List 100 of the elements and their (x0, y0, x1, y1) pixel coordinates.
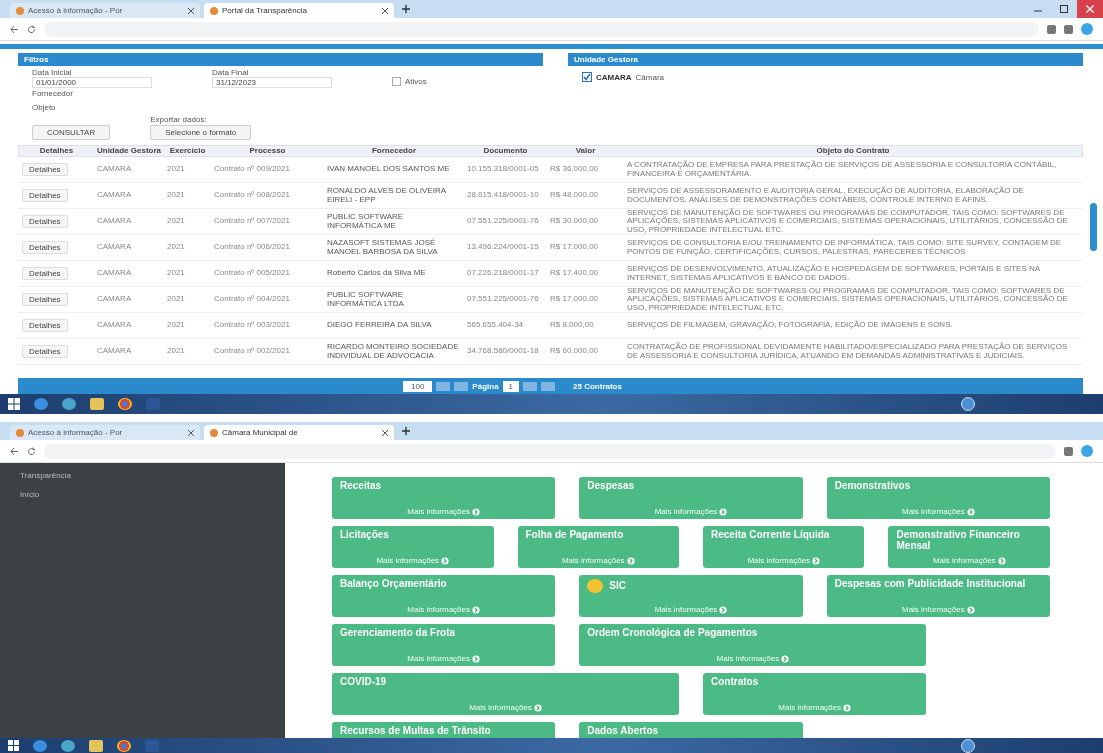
folder-icon[interactable] (89, 739, 103, 752)
browser-tab[interactable]: Acesso à informação - Por (10, 425, 200, 440)
close-icon[interactable] (382, 7, 388, 14)
date-field[interactable]: 01/01/2000 (32, 77, 152, 88)
sidebar-item[interactable]: Início (20, 490, 265, 499)
reload-icon[interactable] (27, 446, 36, 456)
plus-icon[interactable] (402, 5, 410, 13)
more-info-link[interactable]: Mais informações (932, 556, 1006, 565)
field-label: Data Inicial (32, 68, 73, 77)
panel-header: Unidade Gestora (568, 53, 1083, 66)
table-cell-text: 2021 (166, 321, 186, 330)
table-cell-text: Contrato nº 003/2021 (213, 321, 291, 330)
windows-icon[interactable] (8, 398, 20, 410)
arrow-circle-icon (781, 654, 790, 663)
table-cell-text: Contrato nº 008/2021 (213, 191, 291, 200)
menu-card[interactable]: Receitas Mais informações (332, 477, 556, 519)
browser-icon[interactable] (34, 398, 48, 410)
arrow-circle-icon (719, 507, 728, 516)
search-button[interactable]: CONSULTAR (32, 125, 111, 140)
back-icon[interactable] (10, 446, 19, 456)
menu-card[interactable]: Receita Corrente Líquida Mais informações (703, 526, 865, 568)
arrow-circle-icon (719, 605, 728, 614)
more-info-link[interactable]: Mais informações (654, 507, 728, 516)
record-count: 25 Contratos (573, 381, 622, 391)
table-cell-text: SERVIÇOS DE DESENVOLVIMENTO, ATUALIZAÇÃO E HOSPEDAGEM DE SOFTWARES, PORTAIS E SITES NA INTERNET, SISTEMAS APLICATIVOS E BANCO DE DADOS. (626, 265, 1041, 282)
close-icon[interactable] (188, 429, 194, 436)
sidebar-item[interactable]: Transparência (20, 471, 265, 480)
menu-card[interactable]: Demonstrativo Financeiro Mensal Mais informações (888, 526, 1050, 568)
menu-card[interactable]: Despesas Mais informações (579, 477, 803, 519)
details-button[interactable]: Detalhes (22, 319, 68, 332)
menu-card[interactable]: SIC Mais informações (579, 575, 803, 617)
table-cell-text: DIEGO FERREIRA DA SILVA (326, 321, 433, 330)
browser-tab[interactable]: Câmara Municipal de (204, 425, 394, 440)
table-cell-text: PUBLIC SOFTWARE INFORMÁTICA ME (326, 213, 405, 230)
more-info-link[interactable]: Mais informações (407, 605, 480, 614)
table-cell-text: Contrato nº 005/2021 (213, 269, 291, 278)
page-icon (210, 6, 218, 15)
menu-card[interactable]: Dados Abertos (579, 722, 803, 738)
checkbox-label: Ativos (405, 76, 427, 86)
menu-card[interactable]: Recursos de Multas de Trânsito (332, 722, 556, 738)
table-cell-text: 13.496.224/0001-15 (466, 243, 540, 252)
profile-icon[interactable] (1081, 445, 1093, 457)
table-cell-text: 2021 (166, 217, 186, 226)
menu-card[interactable]: Licitações Mais informações (332, 526, 494, 568)
more-info-link[interactable]: Mais informações (561, 556, 635, 565)
more-info-link[interactable]: Mais informações (654, 605, 728, 614)
profile-icon[interactable] (1081, 23, 1093, 35)
more-info-link[interactable]: Mais informações (778, 703, 851, 712)
more-info-link[interactable]: Mais informações (901, 507, 975, 516)
checkbox[interactable] (582, 72, 592, 82)
menu-card[interactable]: Contratos Mais informações (703, 673, 927, 715)
table-cell-text: SERVIÇOS DE CONSULTORIA E/OU TREINAMENTO DE INFORMÁTICA, TAIS COMO: SITE SURVEY, CONTAGEM DE PONTOS DE FUNÇÃO, CERTIFICAÇÕES, CURSOS, PALESTRAS, PARECERES TÉCNICOS (626, 239, 1063, 256)
menu-card[interactable]: COVID-19 Mais informações (332, 673, 679, 715)
table-cell-text: R$ 17.000,00 (549, 243, 600, 252)
windows-icon[interactable] (8, 740, 19, 751)
browser-tab[interactable]: Portal da Transparência (204, 3, 394, 18)
details-button[interactable]: Detalhes (22, 241, 68, 254)
checkbox[interactable] (392, 76, 401, 86)
more-info-link[interactable]: Mais informações (747, 556, 821, 565)
menu-card[interactable]: Ordem Cronológica de Pagamentos Mais informações (579, 624, 927, 666)
menu-card[interactable]: Despesas com Publicidade Institucional Mais informações (826, 575, 1050, 617)
browser-tab[interactable]: Acesso à informação - Por (10, 3, 200, 18)
menu-card[interactable]: Balanço Orçamentário Mais informações (332, 575, 556, 617)
more-info-link[interactable]: Mais informações (407, 507, 480, 516)
page-dropdown[interactable]: 1 (502, 380, 520, 392)
details-button[interactable]: Detalhes (22, 345, 68, 358)
menu-card[interactable]: Demonstrativos Mais informações (826, 477, 1050, 519)
table-cell-text: SERVIÇOS DE MANUTENÇÃO DE SOFTWARES OU PROGRAMAS DE COMPUTADOR, TAIS COMO: SOFTWARES DE APLICAÇÕES, SISTEMAS APLICATIVOS E COMERCIAIS, SISTEMAS OPERACIONAIS, UTILITÁRIOS, CONCESSÃO DE USO, PROPRIEDADE INTELECTUAL ETC. (626, 209, 1069, 234)
more-info-link[interactable]: Mais informações (469, 703, 542, 712)
close-icon[interactable] (188, 7, 194, 14)
page-size-dropdown[interactable]: 100 (403, 380, 433, 392)
browser-icon[interactable] (118, 398, 132, 410)
details-button[interactable]: Detalhes (22, 163, 68, 176)
table-cell-text: Roberto Carlos da Silva ME (326, 269, 427, 278)
details-button[interactable]: Detalhes (22, 267, 68, 280)
details-button[interactable]: Detalhes (22, 215, 68, 228)
details-button[interactable]: Detalhes (22, 189, 68, 202)
more-info-link[interactable]: Mais informações (716, 654, 790, 663)
browser-icon[interactable] (33, 739, 47, 752)
export-dropdown[interactable]: Selecione o formato (150, 125, 252, 140)
scrollbar-thumb[interactable] (1090, 203, 1097, 251)
details-button[interactable]: Detalhes (22, 293, 68, 306)
close-icon[interactable] (1077, 0, 1103, 18)
close-icon[interactable] (382, 429, 388, 436)
table-cell-text: SERVIÇOS DE MANUTENÇÃO DE SOFTWARES OU PROGRAMAS DE COMPUTADOR, TAIS COMO: SOFTWARES DE APLICAÇÕES, SISTEMAS APLICATIVOS E COMERCIAIS, SISTEMAS OPERACIONAIS, UTILITÁRIOS, CONCESSÃO DE USO, PROPRIEDADE INTELECTUAL ETC. (626, 287, 1069, 312)
more-info-link[interactable]: Mais informações (376, 556, 450, 565)
page-icon (16, 428, 24, 437)
table-cell-text: CAMARA (96, 269, 133, 278)
date-field[interactable]: 31/12/2023 (212, 77, 332, 88)
more-info-link[interactable]: Mais informações (407, 654, 480, 663)
more-info-link[interactable]: Mais informações (901, 605, 975, 614)
menu-card[interactable]: Folha de Pagamento Mais informações (517, 526, 679, 568)
column-header: Detalhes (38, 146, 75, 156)
menu-card[interactable]: Gerenciamento da Frota Mais informações (332, 624, 556, 666)
reload-icon[interactable] (27, 24, 36, 34)
browser-icon[interactable] (117, 739, 131, 752)
table-cell-text: 34.768.580/0001-18 (466, 347, 540, 356)
back-icon[interactable] (10, 24, 19, 34)
table-cell-text: R$ 48.000,00 (549, 191, 600, 200)
plus-icon[interactable] (402, 427, 410, 435)
